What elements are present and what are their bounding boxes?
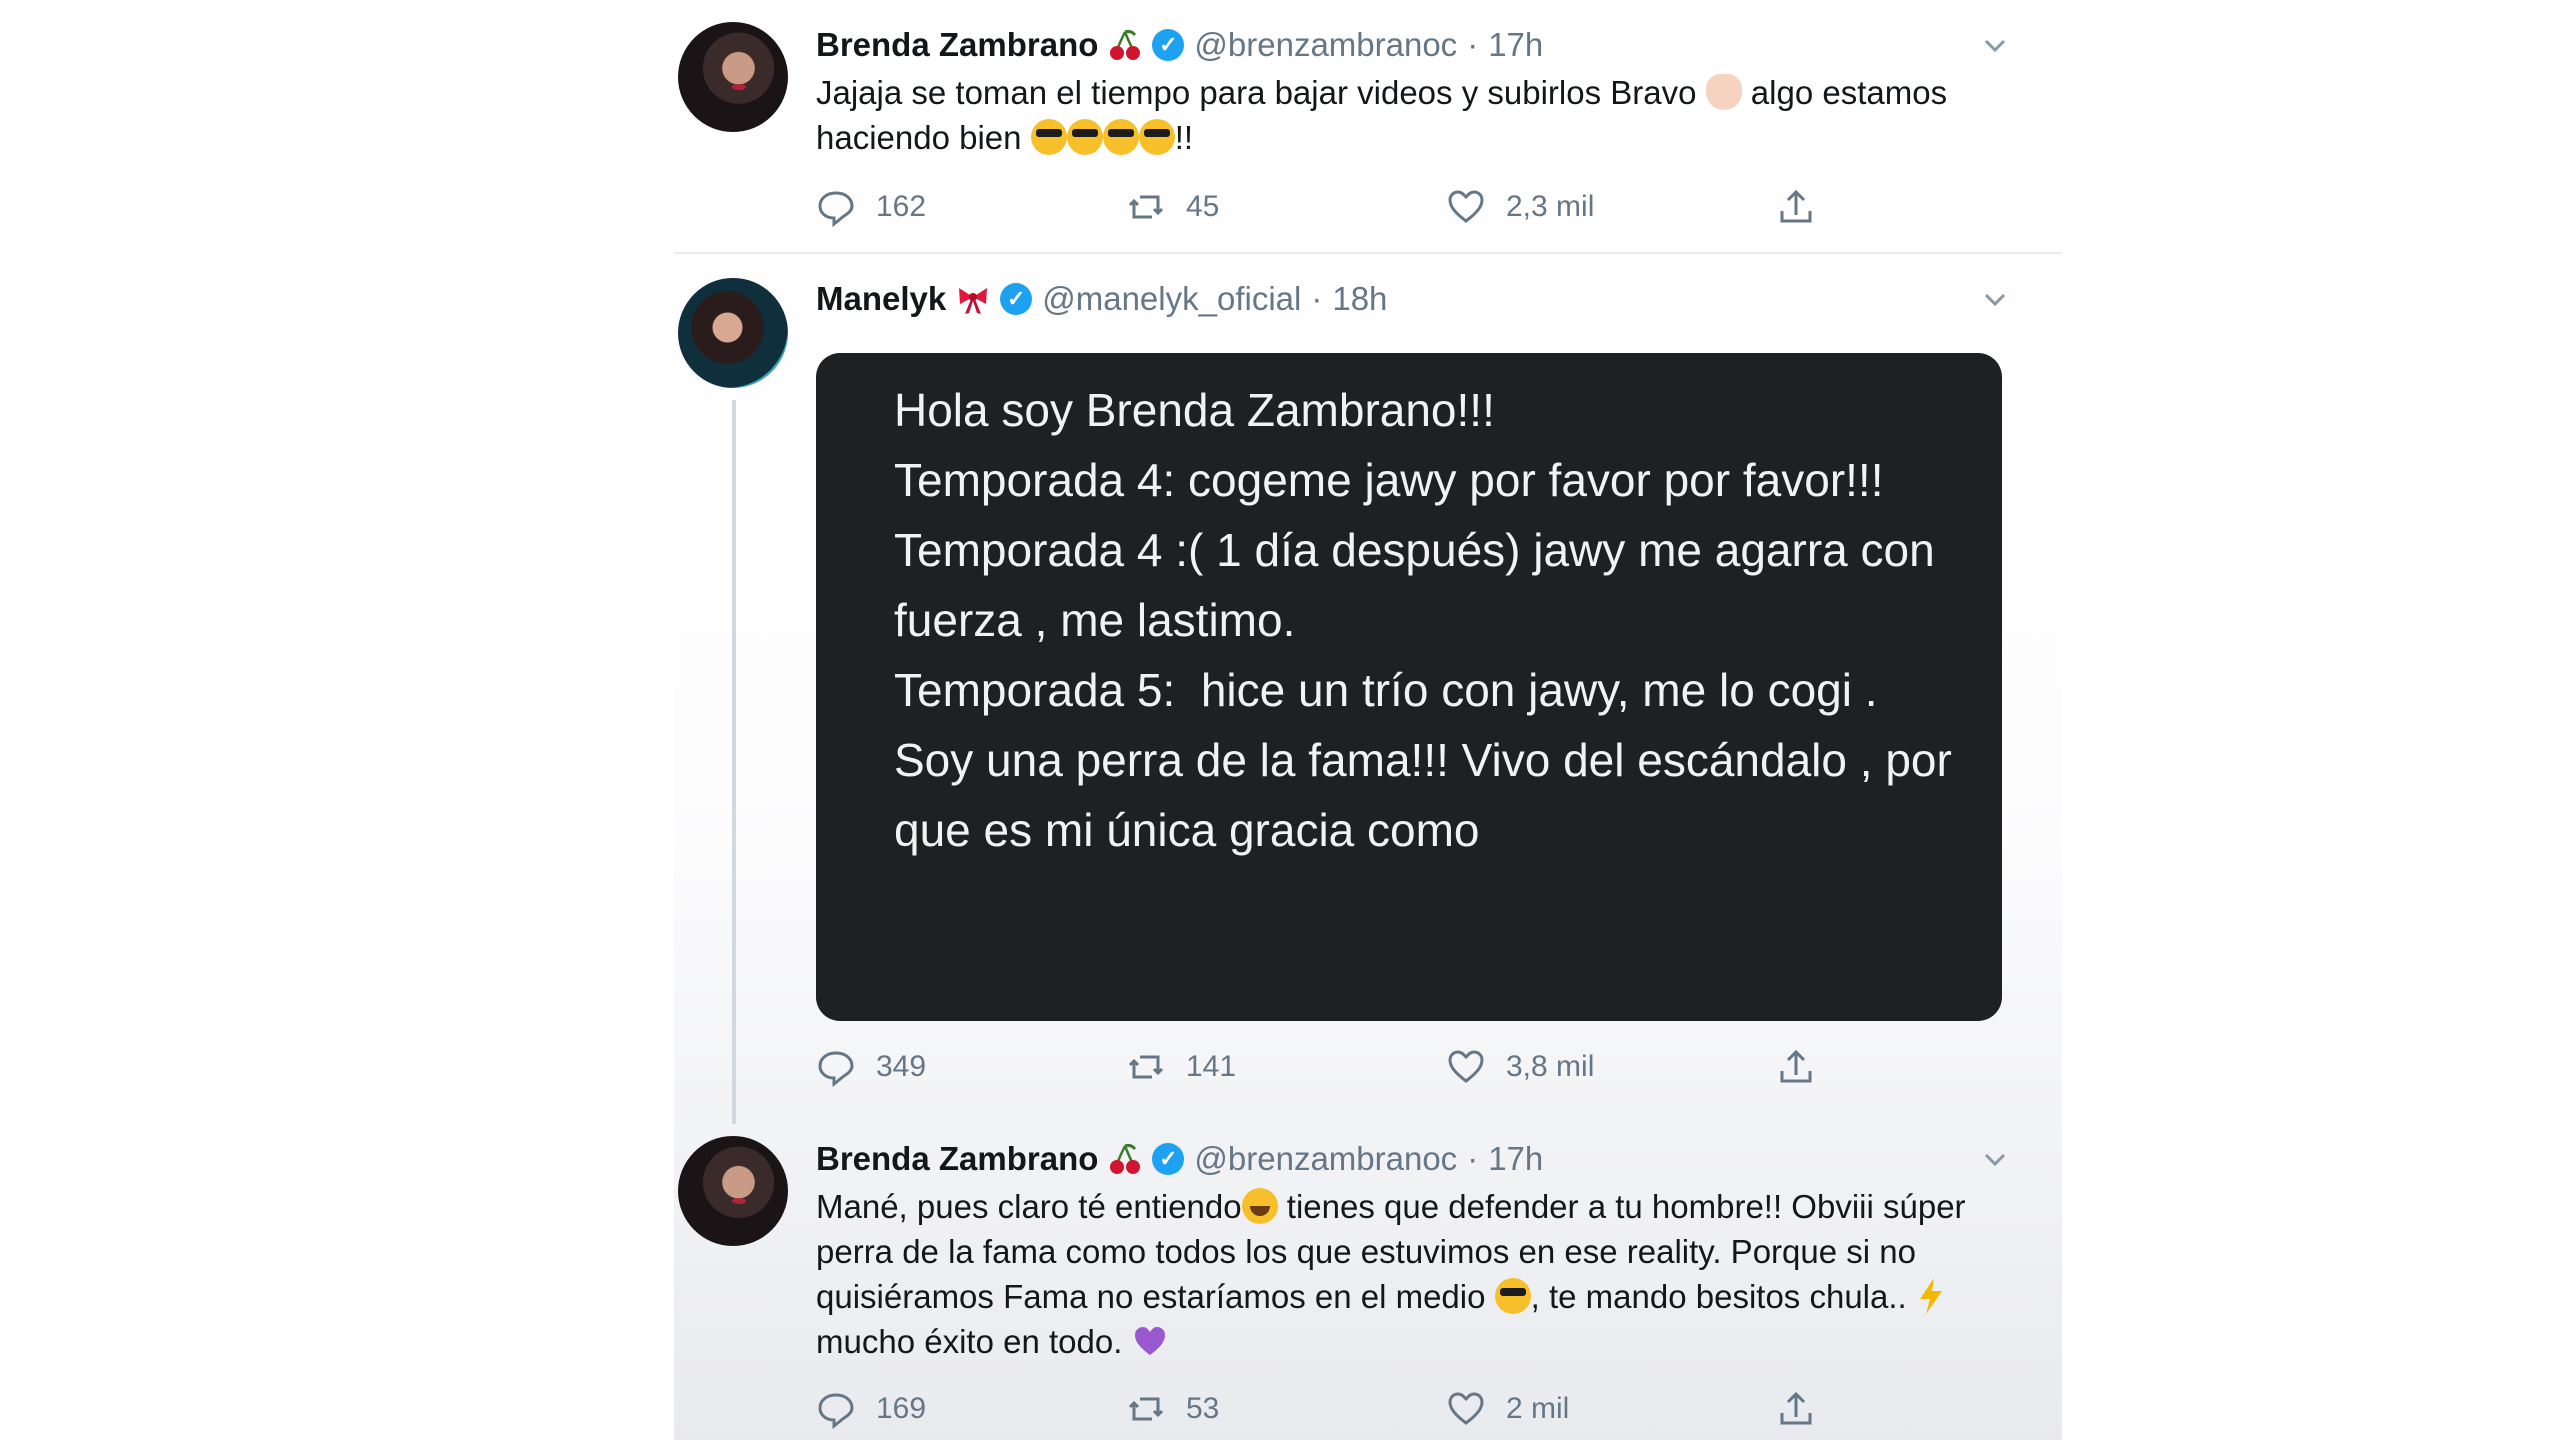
avatar[interactable] (678, 22, 788, 132)
tweet-actions: 162 45 2,3 mil (816, 187, 1856, 227)
sunglasses-emoji-icon (1494, 1278, 1531, 1314)
share-icon (1780, 189, 1812, 223)
lightning-bolt-emoji-icon (1919, 1278, 1942, 1314)
avatar[interactable] (678, 278, 788, 388)
retweet-count: 141 (1186, 1050, 1237, 1083)
verified-badge-icon: ✓ (1152, 1143, 1185, 1175)
share-button[interactable] (1776, 187, 1816, 227)
like-button[interactable]: 2 mil (1446, 1389, 1569, 1429)
avatar-detail (732, 84, 746, 90)
reply-count: 169 (876, 1392, 927, 1425)
tweet-actions: 169 53 2 mil (816, 1389, 1856, 1429)
author-handle[interactable]: @manelyk_oficial (1042, 279, 1301, 319)
reply-button[interactable]: 169 (816, 1389, 926, 1429)
tweet-text: Jajaja se toman el tiempo para bajar vid… (816, 70, 1996, 160)
tweet-actions: 349 141 3,8 mil (816, 1047, 1856, 1087)
separator-dot: · (1311, 280, 1323, 317)
laughing-tears-emoji-icon (1241, 1188, 1278, 1224)
avatar[interactable] (678, 1136, 788, 1246)
author-name[interactable]: Brenda Zambrano (816, 25, 1098, 65)
sunglasses-emoji-icon (1066, 119, 1103, 155)
tweet-manelyk[interactable]: Manelyk ✓ @manelyk_oficial · 18h Hola so… (674, 254, 2062, 1114)
tweet-time[interactable]: 17h (1488, 1139, 1543, 1179)
tweet-time[interactable]: 18h (1332, 279, 1387, 319)
like-button[interactable]: 3,8 mil (1446, 1047, 1594, 1087)
twitter-thread: Brenda Zambrano ✓ @brenzambranoc · 17h J… (674, 0, 2062, 1440)
tweet-time[interactable]: 17h (1488, 25, 1543, 65)
retweet-button[interactable]: 53 (1126, 1389, 1219, 1429)
reply-icon (818, 191, 854, 227)
cherries-emoji-icon (1108, 1142, 1142, 1176)
reply-count: 162 (876, 190, 927, 223)
tweet-brenda-2[interactable]: Brenda Zambrano ✓ @brenzambranoc · 17h M… (674, 1114, 2062, 1440)
clapping-hands-emoji-icon (1705, 74, 1742, 110)
author-handle[interactable]: @brenzambranoc (1194, 25, 1457, 65)
screenshot-stage: Brenda Zambrano ✓ @brenzambranoc · 17h J… (0, 0, 2560, 1440)
avatar-detail (732, 1198, 746, 1204)
verified-badge-icon: ✓ (1152, 29, 1185, 61)
separator-dot: · (1467, 26, 1479, 63)
retweet-button[interactable]: 141 (1126, 1047, 1236, 1087)
share-button[interactable] (1776, 1047, 1816, 1087)
retweet-icon (1128, 1397, 1164, 1421)
tweet-text-part: Jajaja se toman el tiempo para bajar vid… (816, 74, 1706, 111)
chevron-down-icon[interactable] (1980, 1144, 2010, 1174)
tweet-text-part: mucho éxito en todo. (816, 1323, 1132, 1360)
reply-button[interactable]: 349 (816, 1047, 926, 1087)
ribbon-bow-emoji-icon (956, 282, 990, 316)
heart-icon (1448, 190, 1484, 223)
tweet-header: Brenda Zambrano ✓ @brenzambranoc · 17h (816, 25, 1543, 65)
retweet-icon (1128, 1055, 1164, 1079)
tweet-media-image[interactable]: Hola soy Brenda Zambrano!!! Temporada 4:… (816, 353, 2002, 1021)
sunglasses-emoji-icon (1138, 119, 1175, 155)
tweet-text: Mané, pues claro té entiendo tienes que … (816, 1184, 1996, 1364)
share-icon (1780, 1049, 1812, 1083)
retweet-icon (1128, 195, 1164, 219)
author-name[interactable]: Brenda Zambrano (816, 1139, 1098, 1179)
like-count: 2 mil (1506, 1392, 1570, 1425)
cherries-emoji-icon (1108, 28, 1142, 62)
purple-heart-emoji-icon (1134, 1327, 1165, 1355)
like-count: 3,8 mil (1506, 1050, 1595, 1083)
tweet-header: Brenda Zambrano ✓ @brenzambranoc · 17h (816, 1139, 1543, 1179)
heart-icon (1448, 1392, 1484, 1425)
sunglasses-emoji-icon (1030, 119, 1067, 155)
retweet-count: 45 (1186, 190, 1220, 223)
share-icon (1780, 1391, 1812, 1425)
tweet-text-part: !! (1174, 119, 1194, 156)
sunglasses-emoji-icon (1102, 119, 1139, 155)
share-button[interactable] (1776, 1389, 1816, 1429)
reply-button[interactable]: 162 (816, 187, 926, 227)
tweet-text-part: Mané, pues claro té entiendo (816, 1188, 1242, 1225)
media-image-text: Hola soy Brenda Zambrano!!! Temporada 4:… (894, 384, 1952, 856)
verified-badge-icon: ✓ (1000, 283, 1033, 315)
retweet-button[interactable]: 45 (1126, 187, 1219, 227)
reply-icon (818, 1393, 854, 1429)
chevron-down-icon[interactable] (1980, 284, 2010, 314)
heart-icon (1448, 1050, 1484, 1083)
author-name[interactable]: Manelyk (816, 279, 946, 319)
like-button[interactable]: 2,3 mil (1446, 187, 1594, 227)
tweet-header: Manelyk ✓ @manelyk_oficial · 18h (816, 279, 1387, 319)
reply-count: 349 (876, 1050, 927, 1083)
author-handle[interactable]: @brenzambranoc (1194, 1139, 1457, 1179)
tweet-brenda-1[interactable]: Brenda Zambrano ✓ @brenzambranoc · 17h J… (674, 0, 2062, 250)
chevron-down-icon[interactable] (1980, 30, 2010, 60)
like-count: 2,3 mil (1506, 190, 1595, 223)
tweet-text-part: , te mando besitos chula.. (1530, 1278, 1916, 1315)
separator-dot: · (1467, 1140, 1479, 1177)
retweet-count: 53 (1186, 1392, 1220, 1425)
reply-icon (818, 1051, 854, 1087)
